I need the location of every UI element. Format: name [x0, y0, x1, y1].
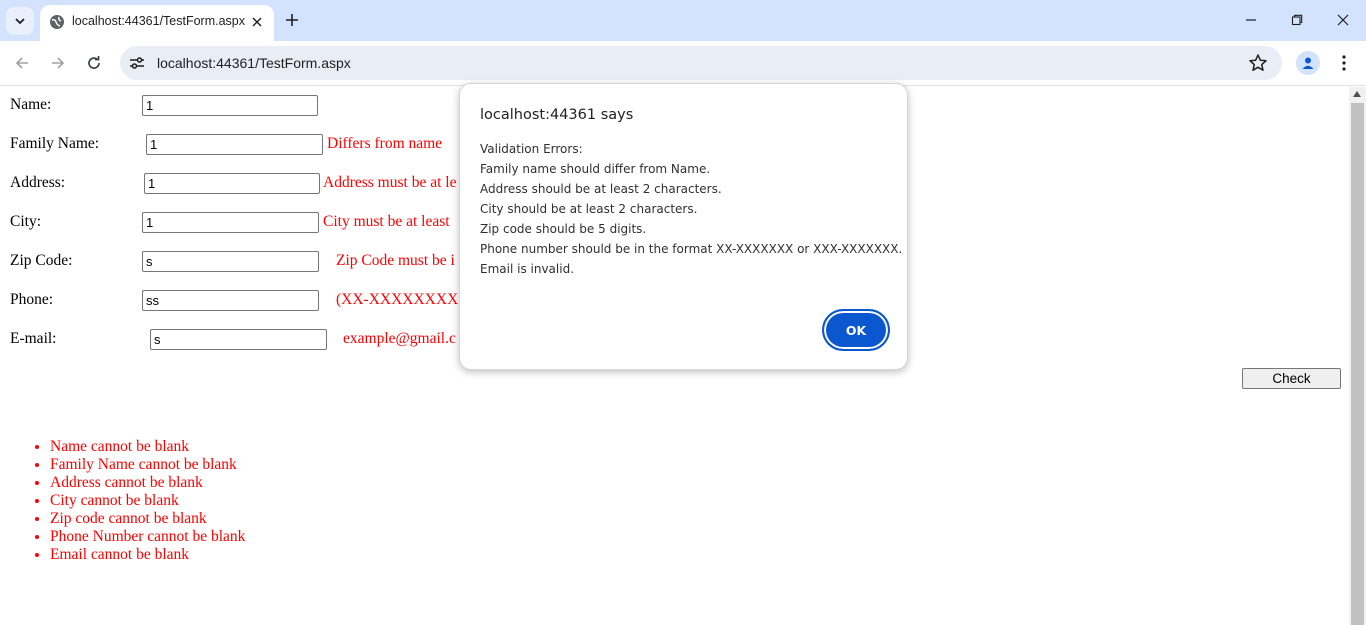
- list-item: Family Name cannot be blank: [50, 456, 245, 474]
- list-item: Phone Number cannot be blank: [50, 528, 245, 546]
- name-input[interactable]: [142, 95, 318, 116]
- list-item: Zip code cannot be blank: [50, 510, 245, 528]
- plus-icon: [286, 14, 298, 26]
- family-name-error: Differs from name: [327, 135, 443, 152]
- zip-code-input[interactable]: [142, 251, 319, 272]
- dialog-message-line: Validation Errors:: [480, 142, 583, 156]
- more-vert-icon: [1342, 55, 1346, 71]
- forward-button[interactable]: [46, 51, 70, 75]
- name-label: Name:: [10, 96, 52, 113]
- tab-search-button[interactable]: [6, 7, 34, 35]
- tab-title: localhost:44361/TestForm.aspx: [72, 14, 246, 28]
- address-error: Address must be at le: [323, 174, 457, 191]
- check-button[interactable]: Check: [1242, 368, 1341, 389]
- phone-input[interactable]: [142, 290, 319, 311]
- minimize-button[interactable]: [1236, 8, 1266, 32]
- new-tab-button[interactable]: [282, 10, 302, 30]
- dialog-message: Validation Errors: Family name should di…: [480, 139, 902, 279]
- zip-code-label: Zip Code:: [10, 252, 73, 269]
- dialog-message-line: Address should be at least 2 characters.: [480, 182, 722, 196]
- dialog-message-line: Email is invalid.: [480, 262, 575, 276]
- browser-tab[interactable]: localhost:44361/TestForm.aspx: [40, 5, 274, 41]
- site-info-icon[interactable]: [128, 54, 146, 72]
- zip-code-error: Zip Code must be i: [336, 252, 455, 269]
- family-name-label: Family Name:: [10, 135, 100, 152]
- close-icon: [252, 17, 262, 27]
- list-item: Name cannot be blank: [50, 438, 245, 456]
- chevron-down-icon: [15, 18, 25, 25]
- email-label: E-mail:: [10, 330, 57, 347]
- globe-icon: [50, 15, 64, 29]
- url-text: localhost:44361/TestForm.aspx: [157, 55, 351, 71]
- scrollbar-thumb[interactable]: [1351, 103, 1364, 625]
- email-error: example@gmail.c: [343, 330, 456, 347]
- city-error: City must be at least: [323, 213, 450, 230]
- phone-error: (XX-XXXXXXXX: [336, 291, 459, 308]
- alert-dialog: localhost:44361 says Validation Errors: …: [459, 83, 908, 370]
- validation-summary: Name cannot be blank Family Name cannot …: [50, 438, 245, 564]
- dialog-message-line: Zip code should be 5 digits.: [480, 222, 647, 236]
- browser-menu-button[interactable]: [1334, 51, 1354, 75]
- list-item: Address cannot be blank: [50, 474, 245, 492]
- family-name-input[interactable]: [146, 134, 323, 155]
- list-item: Email cannot be blank: [50, 546, 245, 564]
- city-input[interactable]: [142, 212, 319, 233]
- arrow-left-icon: [15, 57, 28, 69]
- scroll-up-arrow-icon[interactable]: [1353, 91, 1361, 97]
- dialog-message-line: Family name should differ from Name.: [480, 162, 711, 176]
- email-input[interactable]: [150, 329, 327, 350]
- address-input[interactable]: [144, 173, 320, 194]
- phone-label: Phone:: [10, 291, 54, 308]
- arrow-right-icon: [52, 57, 65, 69]
- address-bar[interactable]: localhost:44361/TestForm.aspx: [120, 46, 1282, 80]
- dialog-message-line: City should be at least 2 characters.: [480, 202, 698, 216]
- address-label: Address:: [10, 174, 66, 191]
- close-window-button[interactable]: [1328, 8, 1358, 32]
- browser-toolbar: localhost:44361/TestForm.aspx: [0, 41, 1366, 86]
- minimize-icon: [1246, 19, 1256, 21]
- close-icon: [1337, 14, 1349, 26]
- dialog-message-line: Phone number should be in the format XX-…: [480, 242, 903, 256]
- reload-button[interactable]: [82, 51, 106, 75]
- reload-icon: [88, 56, 100, 69]
- page-scrollbar[interactable]: [1349, 87, 1366, 625]
- tab-close-button[interactable]: [248, 13, 266, 31]
- restore-icon: [1291, 14, 1303, 26]
- city-label: City:: [10, 213, 42, 230]
- back-button[interactable]: [10, 51, 34, 75]
- list-item: City cannot be blank: [50, 492, 245, 510]
- star-icon[interactable]: [1248, 53, 1268, 73]
- profile-avatar-button[interactable]: [1296, 51, 1320, 75]
- person-icon: [1302, 57, 1314, 69]
- tab-strip: localhost:44361/TestForm.aspx: [0, 0, 1366, 41]
- dialog-title: localhost:44361 says: [480, 107, 634, 123]
- restore-button[interactable]: [1282, 8, 1312, 32]
- ok-button[interactable]: OK: [822, 309, 890, 351]
